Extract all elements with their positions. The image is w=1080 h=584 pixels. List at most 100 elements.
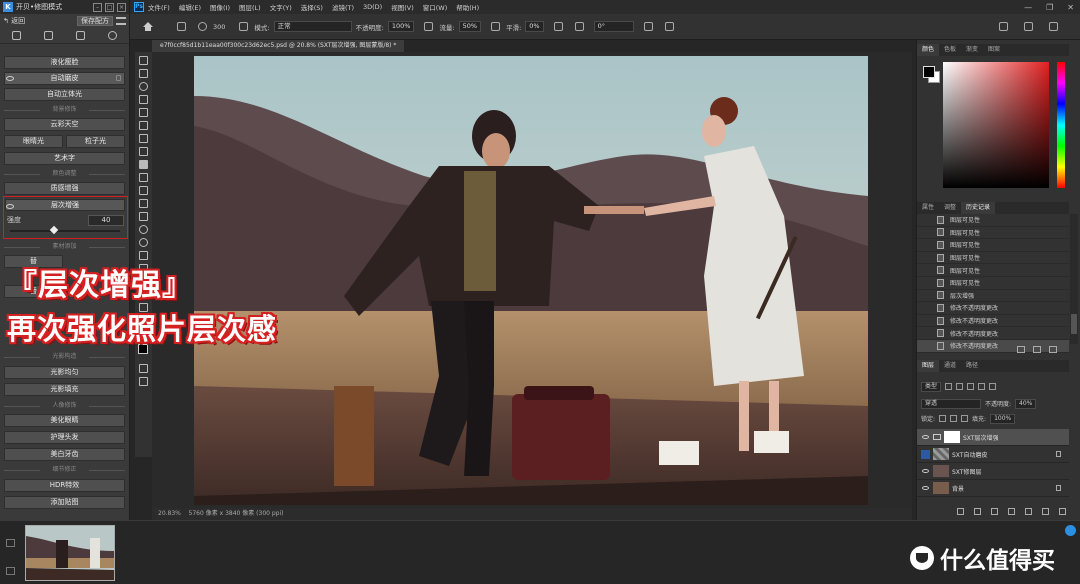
layer-row[interactable]: 背景 <box>917 480 1069 497</box>
filter-pixel-icon[interactable] <box>945 383 953 390</box>
layer-thumbnail[interactable] <box>933 448 949 460</box>
menu-select[interactable]: 选择(S) <box>301 2 323 12</box>
mode-select[interactable]: 正常 <box>273 21 352 32</box>
fill-input[interactable]: 100% <box>990 413 1016 424</box>
back-button[interactable]: ↰ 返回 <box>3 16 74 26</box>
filter-shape-icon[interactable] <box>978 383 986 390</box>
pressure-size-icon[interactable] <box>643 22 653 31</box>
wand-icon[interactable] <box>43 31 53 40</box>
history-item[interactable]: 图层可见性 <box>917 264 1069 277</box>
pen-tool-icon[interactable] <box>139 251 148 260</box>
strength-input[interactable]: 40 <box>88 215 124 226</box>
zoom-level[interactable]: 20.83% <box>158 510 181 517</box>
sky-button[interactable]: 云彩天空 <box>4 118 125 131</box>
history-item[interactable]: 修改不透明度更改 <box>917 302 1069 315</box>
opacity-input[interactable]: 100% <box>387 21 415 32</box>
lock-position-icon[interactable] <box>950 415 958 422</box>
light-even-button[interactable]: 光影均匀 <box>4 366 125 379</box>
window-close-icon[interactable]: ✕ <box>1067 3 1074 12</box>
new-layer-icon[interactable] <box>1042 508 1049 515</box>
tab-layers[interactable]: 图层 <box>917 360 940 372</box>
tools-icon[interactable] <box>11 31 21 40</box>
history-item[interactable]: 层次增强 <box>917 290 1069 303</box>
layers-icon[interactable] <box>76 31 86 40</box>
auto-3d-light-button[interactable]: 自动立体光 <box>4 88 125 101</box>
history-item[interactable]: 图层可见性 <box>917 252 1069 265</box>
dodge-tool-icon[interactable] <box>139 238 148 247</box>
share-icon[interactable] <box>1049 22 1058 31</box>
trash-icon[interactable] <box>116 75 121 81</box>
workspace-icon[interactable] <box>1024 22 1033 31</box>
filmstrip-thumbnail[interactable] <box>25 525 115 581</box>
blur-tool-icon[interactable] <box>139 225 148 234</box>
minimize-icon[interactable]: – <box>93 2 102 12</box>
gradient-tool-icon[interactable] <box>139 212 148 221</box>
layer-row[interactable]: SXT修图层 <box>917 463 1069 480</box>
lock-all-icon[interactable] <box>961 415 969 422</box>
layer-row[interactable]: SXT层次增强 <box>917 429 1069 446</box>
collapse-chevron-icon[interactable] <box>1065 525 1076 536</box>
filter-smart-icon[interactable] <box>989 383 997 390</box>
move-tool-icon[interactable] <box>139 56 148 65</box>
eye-toggle-icon[interactable] <box>6 76 14 81</box>
eye-light-button[interactable]: 眼睛光 <box>4 135 63 148</box>
hdr-button[interactable]: HDR特效 <box>4 479 125 492</box>
search-icon[interactable] <box>999 22 1008 31</box>
color-picker-field[interactable] <box>943 62 1049 188</box>
layer-mask-thumbnail[interactable] <box>944 431 960 443</box>
art-text-button[interactable]: 艺术字 <box>4 152 125 165</box>
camera-icon[interactable] <box>1033 346 1041 353</box>
blend-mode-select[interactable]: 穿透 <box>921 398 981 409</box>
frame-tool-icon[interactable] <box>139 121 148 130</box>
crop-tool-icon[interactable] <box>139 108 148 117</box>
history-brush-tool-icon[interactable] <box>139 186 148 195</box>
light-fill-button[interactable]: 光影填充 <box>4 383 125 396</box>
tab-patterns[interactable]: 图案 <box>983 44 1005 56</box>
stamp-tool-icon[interactable] <box>139 173 148 182</box>
brush-tool-icon[interactable] <box>139 160 148 169</box>
tab-swatches[interactable]: 色板 <box>939 44 961 56</box>
strength-slider-handle[interactable] <box>49 225 59 235</box>
symmetry-icon[interactable] <box>664 22 674 31</box>
delete-icon[interactable] <box>1049 346 1057 353</box>
tab-history[interactable]: 历史记录 <box>961 202 996 214</box>
healing-tool-icon[interactable] <box>139 147 148 156</box>
add-sticker-button[interactable]: 添加贴图 <box>4 496 125 509</box>
tab-channels[interactable]: 通道 <box>939 360 961 372</box>
filter-type-icon[interactable] <box>967 383 975 390</box>
smooth-input[interactable]: 0% <box>525 21 544 32</box>
hair-care-button[interactable]: 护理头发 <box>4 431 125 444</box>
menu-type[interactable]: 文字(Y) <box>270 2 292 12</box>
history-item[interactable]: 图层可见性 <box>917 214 1069 227</box>
history-item[interactable]: 修改不透明度更改 <box>917 315 1069 328</box>
layer-thumbnail[interactable] <box>933 482 949 494</box>
eye-toggle-icon[interactable] <box>6 204 14 209</box>
airbrush-icon[interactable] <box>491 22 501 31</box>
document-tab[interactable]: e7f0ccf85d1b11eaa00f300c23d62ec5.psd @ 2… <box>152 40 404 52</box>
delete-layer-icon[interactable] <box>1059 508 1066 515</box>
angle-input[interactable]: 0° <box>593 21 634 32</box>
menu-file[interactable]: 文件(F) <box>148 2 170 12</box>
strength-slider[interactable] <box>10 230 120 232</box>
snapshot-icon[interactable] <box>1017 346 1025 353</box>
brush-settings-icon[interactable] <box>239 22 249 31</box>
eraser-tool-icon[interactable] <box>139 199 148 208</box>
menu-view[interactable]: 视图(V) <box>391 2 414 12</box>
link-icon[interactable] <box>957 508 964 515</box>
visibility-eye-icon[interactable] <box>921 449 930 459</box>
history-item[interactable]: 图层可见性 <box>917 227 1069 240</box>
marquee-tool-icon[interactable] <box>139 69 148 78</box>
filter-adjust-icon[interactable] <box>956 383 964 390</box>
menu-image[interactable]: 图像(I) <box>210 2 230 12</box>
history-scrollbar[interactable] <box>1070 214 1078 344</box>
liquify-button[interactable]: 液化瘦脸 <box>4 56 125 69</box>
history-item[interactable]: 修改不透明度更改 <box>917 327 1069 340</box>
window-maximize-icon[interactable]: ❐ <box>1046 3 1053 12</box>
brush-icon[interactable] <box>177 22 186 31</box>
menu-icon[interactable] <box>116 17 126 25</box>
screen-mode-icon[interactable] <box>139 377 148 386</box>
layer-row[interactable]: SXT自动磨皮 <box>917 446 1069 463</box>
pressure-opacity-icon[interactable] <box>424 22 434 31</box>
menu-edit[interactable]: 编辑(E) <box>179 2 201 12</box>
menu-window[interactable]: 窗口(W) <box>423 2 448 12</box>
